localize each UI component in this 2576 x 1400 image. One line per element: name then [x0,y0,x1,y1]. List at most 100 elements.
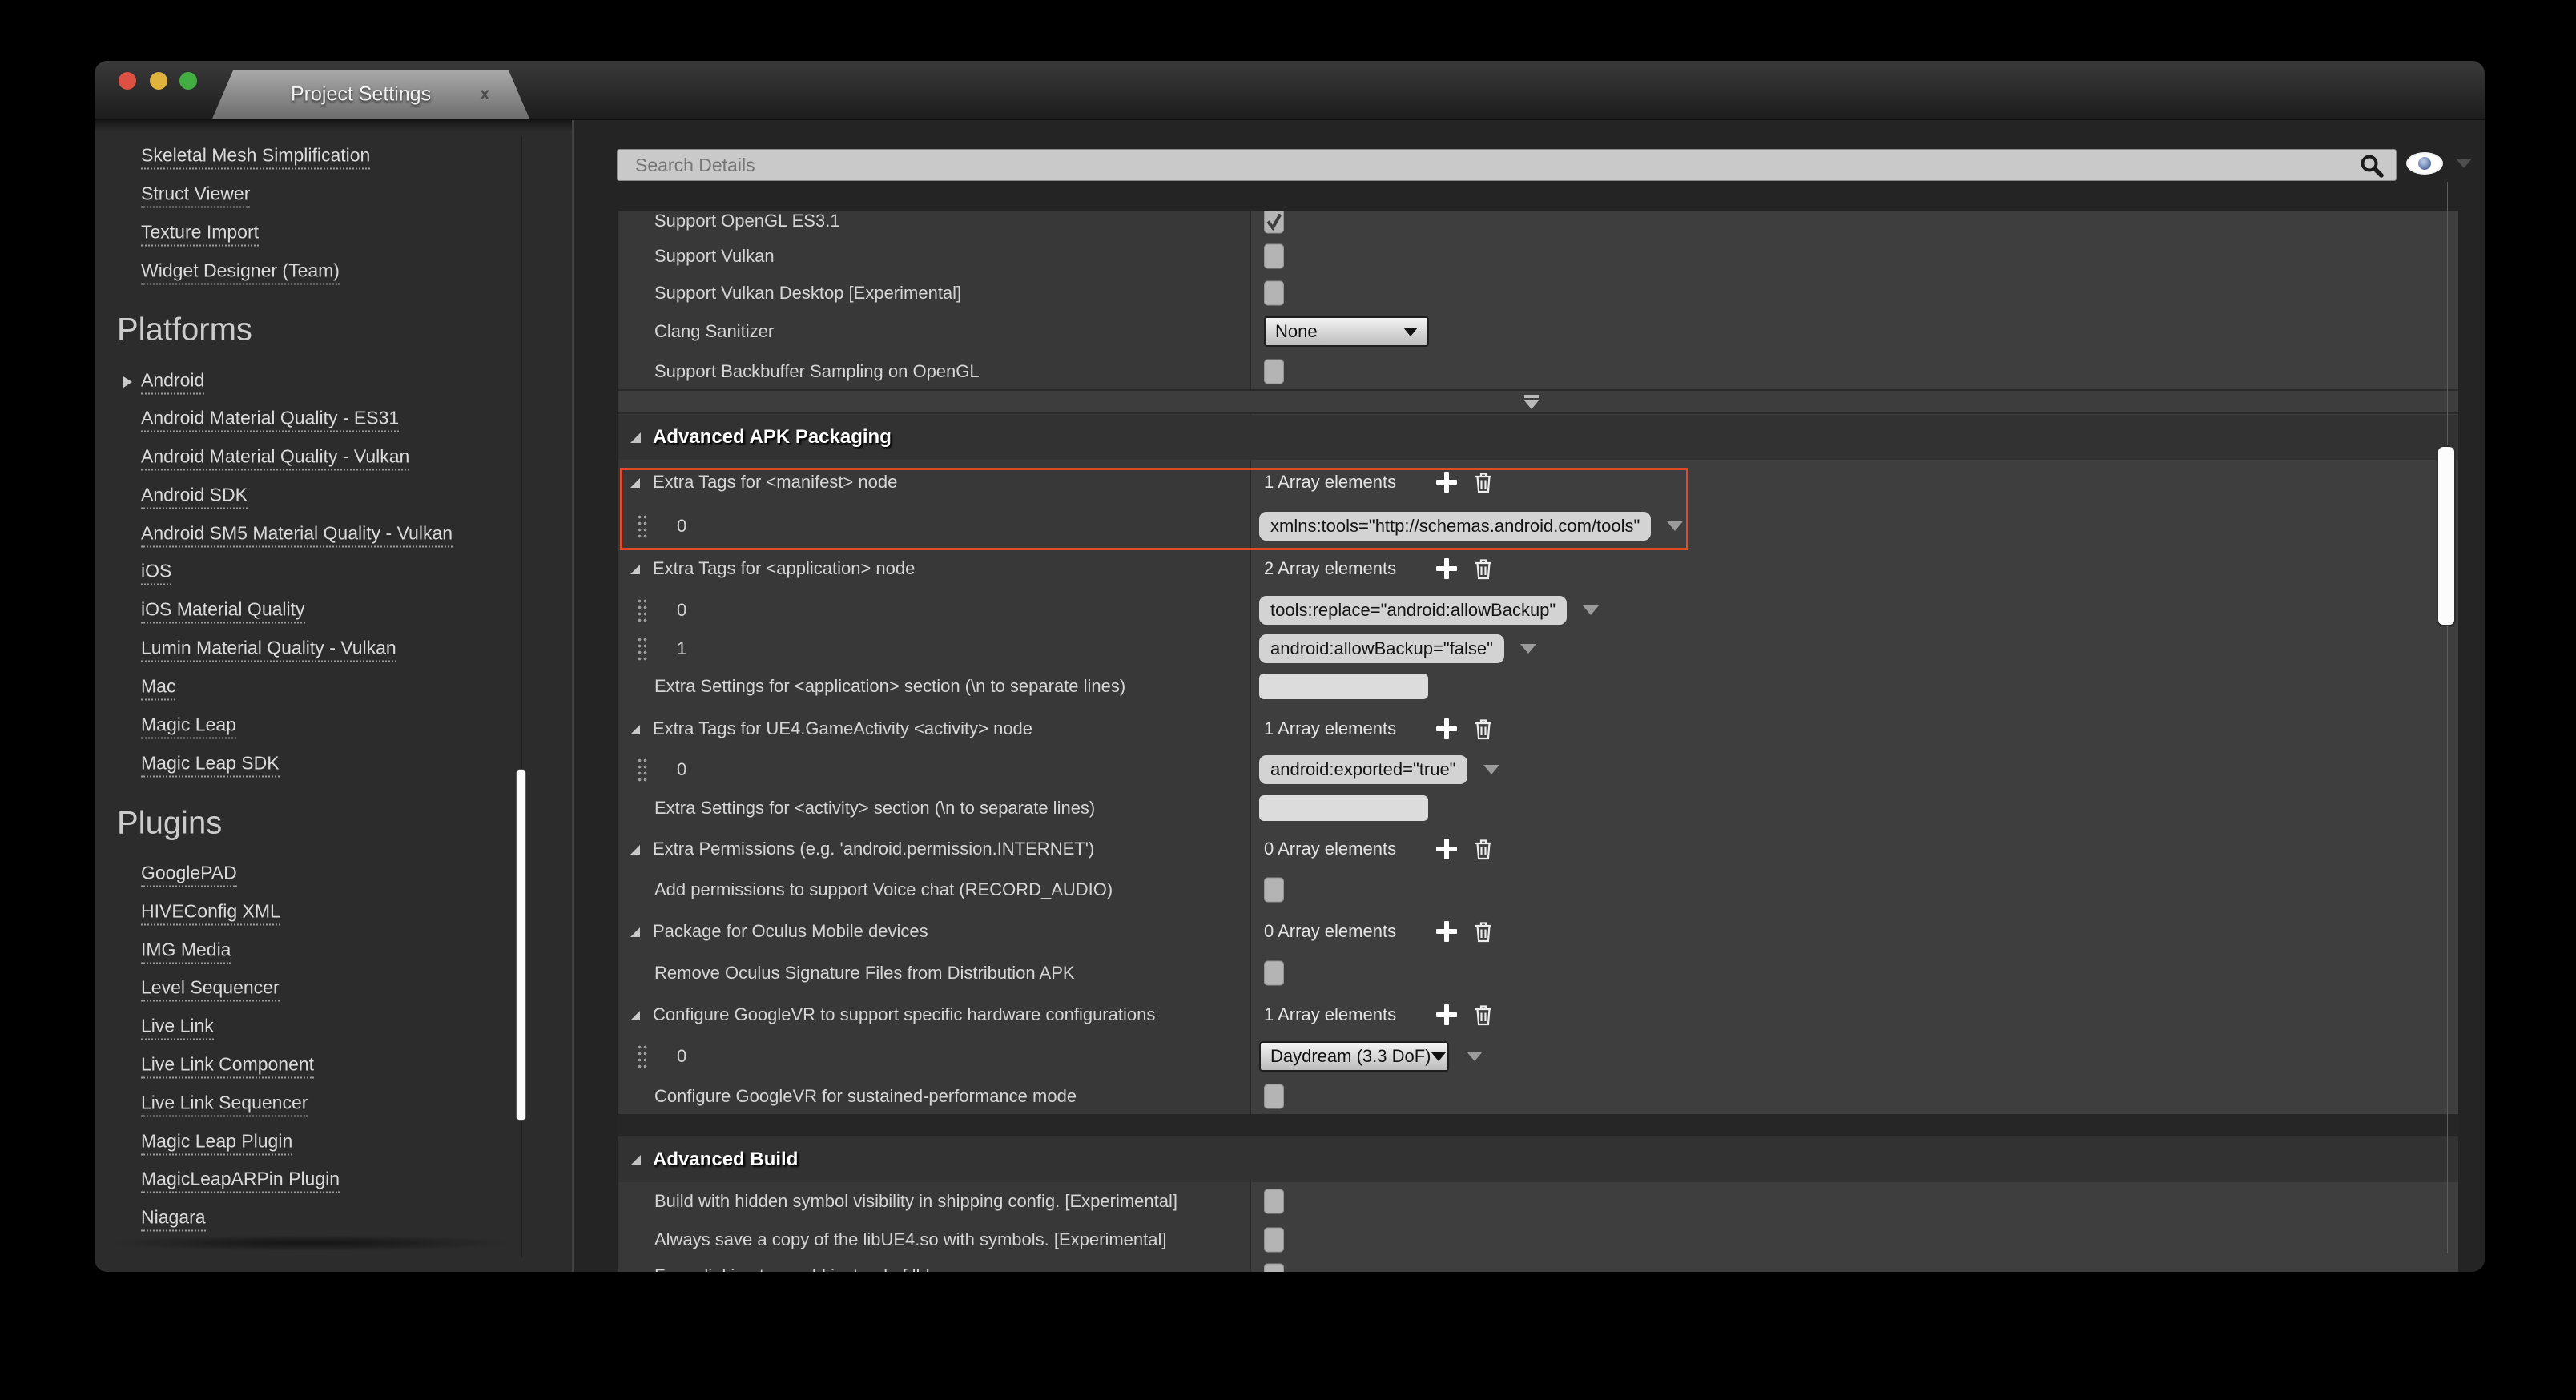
visibility-dropdown-icon[interactable] [2456,159,2472,168]
drag-handle-icon[interactable] [637,758,648,782]
category-header: Advanced Build [618,1136,2458,1182]
sidebar-item[interactable]: IMG Media [141,939,231,964]
add-element-icon[interactable] [1436,839,1457,859]
value-combo-field[interactable]: tools:replace="android:allowBackup" [1259,596,1567,625]
sidebar-item[interactable]: Android [141,370,204,395]
details-scrollbar-thumb[interactable] [2437,445,2456,626]
zoom-window-button[interactable] [179,72,197,90]
row-expander-icon[interactable] [630,565,640,574]
sidebar-item[interactable]: Live Link Component [141,1054,314,1079]
value-dropdown-icon[interactable] [1667,521,1683,531]
add-element-icon[interactable] [1436,558,1457,579]
select-row: Clang SanitizerNone [618,312,2458,351]
checkbox[interactable] [1264,1189,1284,1214]
property-label: Support Backbuffer Sampling on OpenGL [654,361,980,382]
sidebar-item[interactable]: iOS Material Quality [141,599,305,624]
checkbox[interactable] [1264,1084,1284,1109]
category-expander-icon[interactable] [630,432,641,443]
checkbox[interactable] [1264,1228,1284,1253]
row-expander-icon[interactable] [630,1011,640,1020]
value-combo-field[interactable]: android:allowBackup="false" [1259,634,1504,663]
checkbox[interactable] [1264,211,1284,234]
row-expander-icon[interactable] [630,927,640,937]
checkbox[interactable] [1264,281,1284,306]
row-expander-icon[interactable] [630,725,640,734]
sidebar-item[interactable]: Skeletal Mesh Simplification [141,145,370,170]
sidebar-item[interactable]: iOS [141,561,171,585]
eye-visibility-icon[interactable] [2406,152,2443,175]
details-scrollbar-track[interactable] [2447,182,2448,1253]
drag-handle-icon[interactable] [637,637,648,662]
array-item-row: 0xmlns:tools="http://schemas.android.com… [618,507,2458,545]
value-dropdown-icon[interactable] [1467,1052,1483,1061]
delete-elements-icon[interactable] [1473,557,1494,585]
text-input-field[interactable] [1259,674,1428,699]
checkbox[interactable] [1264,961,1284,986]
sidebar-item[interactable]: Android Material Quality - Vulkan [141,446,409,471]
sidebar-item[interactable]: Level Sequencer [141,977,280,1002]
array-item-index: 1 [677,638,686,659]
array-item-row: 0tools:replace="android:allowBackup" [618,591,2458,630]
close-window-button[interactable] [119,72,136,90]
value-select[interactable]: Daydream (3.3 DoF) [1259,1041,1449,1072]
category-expander-icon[interactable] [630,1155,641,1165]
property-label: Remove Oculus Signature Files from Distr… [654,963,1075,984]
sidebar-item[interactable]: Niagara [141,1207,206,1232]
delete-elements-icon[interactable] [1473,920,1494,947]
drag-handle-icon[interactable] [637,1044,648,1069]
array-item-row: 1 android:allowBackup="false" [618,630,2458,668]
sidebar-item[interactable]: Magic Leap [141,714,236,739]
sidebar-item[interactable]: Lumin Material Quality - Vulkan [141,638,396,662]
sidebar-item[interactable]: Android Material Quality - ES31 [141,408,399,432]
sidebar-item[interactable]: Android SDK [141,485,248,509]
search-icon [2360,154,2384,178]
property-label: Package for Oculus Mobile devices [653,921,928,942]
add-element-icon[interactable] [1436,1004,1457,1025]
row-expander-icon[interactable] [630,478,640,488]
tab-close-icon[interactable]: x [480,85,489,104]
title-bar: Project Settings x [95,61,2485,120]
search-input[interactable] [617,149,2397,181]
text-input-field[interactable] [1259,795,1428,821]
expander-right-icon[interactable] [123,376,132,388]
sidebar-item[interactable]: Magic Leap Plugin [141,1131,292,1156]
delete-elements-icon[interactable] [1473,1004,1494,1031]
value-dropdown-icon[interactable] [1520,644,1536,654]
sidebar-item[interactable]: Widget Designer (Team) [141,260,340,285]
value-dropdown-icon[interactable] [1583,605,1599,615]
checkbox[interactable] [1264,1264,1284,1273]
sidebar-item[interactable]: Mac [141,676,175,701]
sidebar-item[interactable]: Struct Viewer [141,183,250,208]
delete-elements-icon[interactable] [1473,838,1494,865]
row-expander-icon[interactable] [630,845,640,855]
sidebar-scrollbar-thumb[interactable] [516,769,526,1121]
sidebar-item[interactable]: Android SM5 Material Quality - Vulkan [141,523,453,548]
sidebar-item[interactable]: Texture Import [141,222,259,247]
value-combo-field[interactable]: android:exported="true" [1259,755,1467,784]
minimize-window-button[interactable] [150,72,167,90]
add-element-icon[interactable] [1436,718,1457,739]
add-element-icon[interactable] [1436,921,1457,942]
sidebar-item[interactable]: HIVEConfig XML [141,901,280,926]
sidebar-item[interactable]: Live Link Sequencer [141,1092,308,1117]
value-combo-field[interactable]: xmlns:tools="http://schemas.android.com/… [1259,512,1651,541]
sidebar-item[interactable]: Live Link [141,1016,214,1040]
add-element-icon[interactable] [1436,472,1457,493]
checkbox[interactable] [1264,360,1284,384]
sidebar-item[interactable]: GooglePAD [141,863,237,887]
value-select[interactable]: None [1264,316,1429,347]
array-property-row: Extra Tags for <manifest> node1 Array el… [618,463,2458,501]
expand-advanced-icon[interactable] [1523,395,1540,409]
property-label: Support OpenGL ES3.1 [654,211,840,231]
delete-elements-icon[interactable] [1473,471,1494,498]
drag-handle-icon[interactable] [637,514,648,539]
value-dropdown-icon[interactable] [1483,765,1499,774]
checkbox[interactable] [1264,244,1284,269]
drag-handle-icon[interactable] [637,598,648,623]
checkbox-row: Always save a copy of the libUE4.so with… [618,1221,2458,1259]
tab-project-settings[interactable]: Project Settings x [212,70,529,119]
delete-elements-icon[interactable] [1473,718,1494,745]
sidebar-item[interactable]: MagicLeapARPin Plugin [141,1169,340,1193]
sidebar-item[interactable]: Magic Leap SDK [141,753,280,778]
checkbox[interactable] [1264,878,1284,903]
